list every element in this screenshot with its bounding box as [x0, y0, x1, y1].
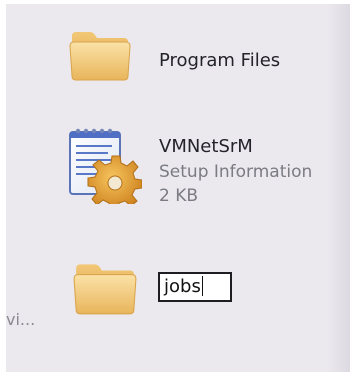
rename-input[interactable]: jobs	[158, 272, 232, 302]
rename-input-value: jobs	[164, 276, 201, 297]
file-item-vmnetsrm[interactable]: VMNetSrM Setup Information 2 KB	[6, 114, 350, 224]
folder-icon	[68, 24, 132, 88]
setup-information-file-icon	[64, 124, 143, 211]
file-item-program-files[interactable]: Program Files	[6, 4, 350, 104]
text-caret	[201, 276, 203, 296]
file-size: 2 KB	[159, 186, 199, 206]
file-type: Setup Information	[159, 162, 313, 182]
clipped-item-label: vi...	[6, 310, 36, 329]
folder-icon	[72, 256, 138, 322]
file-name: VMNetSrM	[159, 136, 253, 157]
file-name: Program Files	[159, 50, 281, 71]
file-list-pane: Program Files VMNetSrM Setup Information…	[6, 4, 350, 372]
